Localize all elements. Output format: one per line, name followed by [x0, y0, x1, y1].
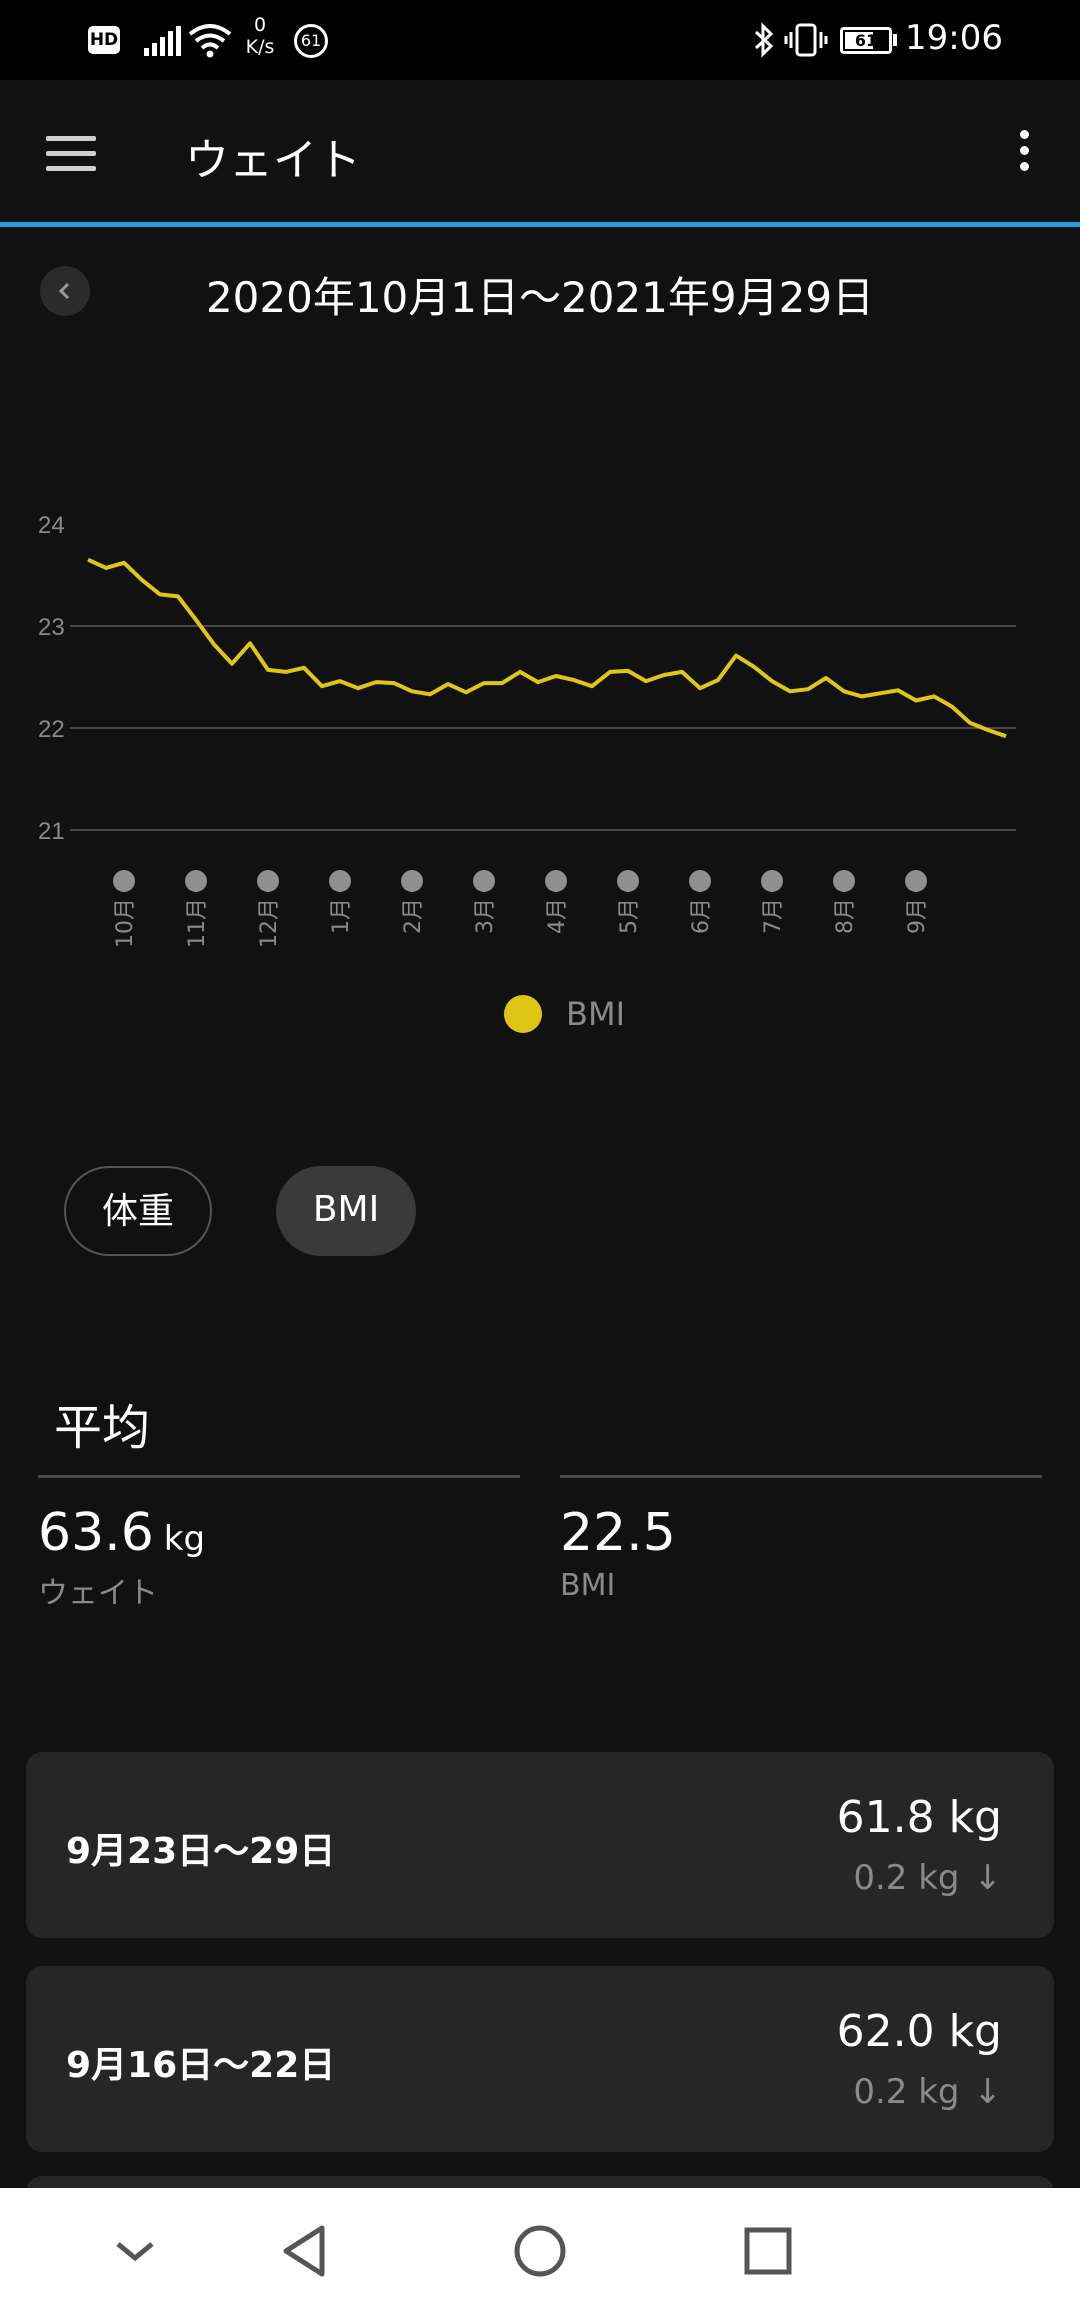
y-tick-label: 24: [38, 512, 65, 539]
average-weight-label: ウェイト: [38, 1576, 158, 1611]
average-bmi-value: 22.5: [560, 1503, 676, 1563]
x-tick-label: 12月: [257, 898, 282, 948]
x-tick-label: 10月: [113, 898, 138, 948]
average-weight-unit: kg: [163, 1519, 206, 1559]
recents-square-icon[interactable]: [733, 2216, 803, 2286]
week-weight-value: 62.0 kg: [836, 2006, 1002, 2057]
battery-icon: 61: [840, 27, 892, 54]
legend-swatch-bmi: [504, 995, 542, 1033]
vibrate-icon: [784, 23, 828, 57]
week-weight-change: 0.2 kg ↓: [853, 2072, 1002, 2112]
hd-icon: HD: [88, 26, 120, 54]
x-tick-marker: [689, 870, 711, 892]
network-speed: 0 K/s: [245, 14, 275, 58]
x-tick-marker: [473, 870, 495, 892]
clock: 19:06: [905, 18, 1003, 58]
divider: [38, 1475, 520, 1478]
x-tick-marker: [545, 870, 567, 892]
hamburger-menu-icon[interactable]: [46, 136, 96, 172]
x-tick-marker: [833, 870, 855, 892]
y-tick-label: 23: [38, 614, 65, 641]
week-weight-change: 0.2 kg ↓: [853, 1858, 1002, 1898]
app-bar-accent-line: [0, 222, 1080, 227]
week-range-label: 9月23日～29日: [66, 1831, 336, 1872]
wifi-icon: [188, 24, 232, 58]
x-tick-label: 1月: [329, 898, 354, 934]
back-triangle-icon[interactable]: [272, 2216, 342, 2286]
toggle-bmi-button[interactable]: BMI: [276, 1166, 416, 1256]
x-tick-marker: [185, 870, 207, 892]
average-bmi: 22.5: [560, 1503, 676, 1563]
average-weight-value: 63.6: [38, 1503, 154, 1563]
x-tick-marker: [761, 870, 783, 892]
x-tick-label: 11月: [185, 898, 210, 948]
week-range-label: 9月16日～22日: [66, 2045, 336, 2086]
page-title: ウェイト: [185, 135, 361, 186]
home-circle-icon[interactable]: [505, 2216, 575, 2286]
status-bar: HD 0 K/s 61 61 19:06: [0, 0, 1080, 80]
notification-count-badge: 61: [294, 24, 328, 58]
date-range-label: 2020年10月1日～2021年9月29日: [205, 273, 875, 322]
x-tick-label: 4月: [545, 898, 570, 934]
signal-icon: [144, 26, 181, 56]
x-tick-marker: [617, 870, 639, 892]
x-tick-label: 7月: [761, 898, 786, 934]
bluetooth-icon: [754, 22, 774, 58]
week-card[interactable]: 9月23日～29日 61.8 kg 0.2 kg ↓: [26, 1752, 1054, 1938]
week-card[interactable]: 9月16日～22日 62.0 kg 0.2 kg ↓: [26, 1966, 1054, 2152]
week-weight-value: 61.8 kg: [836, 1792, 1002, 1843]
divider: [560, 1475, 1042, 1478]
toggle-weight-button[interactable]: 体重: [64, 1166, 212, 1256]
x-tick-marker: [257, 870, 279, 892]
arrow-down-icon: ↓: [973, 2072, 1003, 2112]
system-navigation-bar: [0, 2188, 1080, 2312]
x-tick-label: 6月: [689, 898, 714, 934]
x-tick-label: 5月: [617, 898, 642, 934]
x-tick-marker: [113, 870, 135, 892]
x-tick-marker: [905, 870, 927, 892]
x-tick-label: 9月: [905, 898, 930, 934]
chevron-left-icon: [58, 282, 70, 300]
average-weight: 63.6 kg: [38, 1503, 205, 1563]
x-tick-label: 3月: [473, 898, 498, 934]
hide-nav-chevron-down-icon[interactable]: [100, 2216, 170, 2286]
y-tick-label: 22: [38, 716, 65, 743]
x-tick-marker: [401, 870, 423, 892]
averages-heading: 平均: [54, 1400, 151, 1456]
average-bmi-label: BMI: [560, 1568, 616, 1603]
arrow-down-icon: ↓: [973, 1858, 1003, 1898]
bmi-line-chart: 24 23 22 21 10月 11月 12月 1月 2月 3月 4月 5月 6月 7月 8月 9月: [38, 512, 1016, 948]
x-tick-marker: [329, 870, 351, 892]
x-tick-label: 2月: [401, 898, 426, 934]
x-tick-label: 8月: [833, 898, 858, 934]
series-line-bmi: [87, 557, 1007, 739]
app-bar: [0, 80, 1080, 226]
y-tick-label: 21: [38, 818, 65, 845]
previous-period-button[interactable]: [40, 266, 90, 316]
legend-label-bmi: BMI: [566, 995, 625, 1033]
more-options-icon[interactable]: [1012, 130, 1036, 178]
